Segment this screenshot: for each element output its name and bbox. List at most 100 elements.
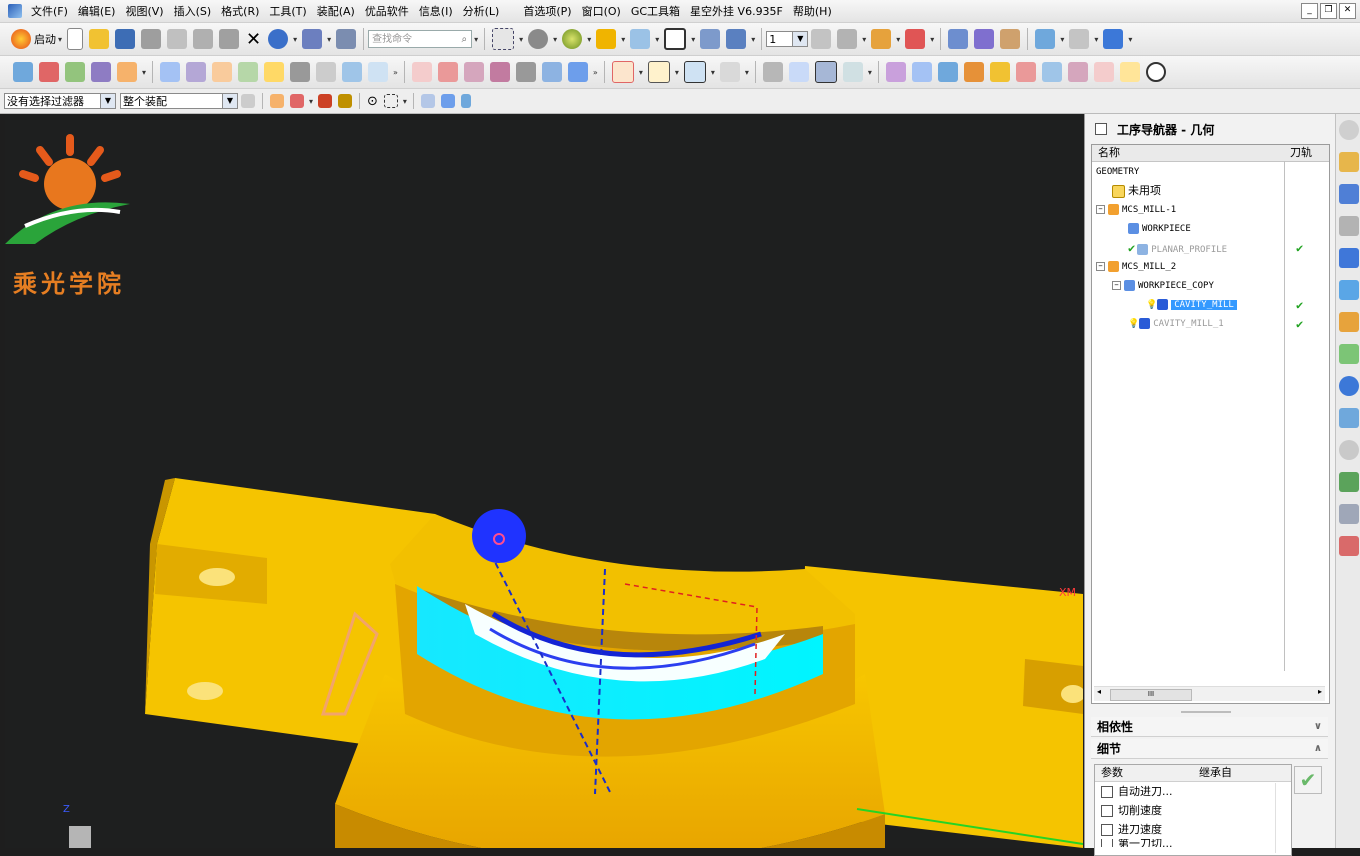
undo-icon[interactable]: [268, 29, 289, 49]
menu-file[interactable]: 文件(F): [26, 3, 73, 19]
reset-filter-icon[interactable]: [241, 94, 255, 108]
scroll-right-icon[interactable]: ▸: [1318, 687, 1322, 696]
tree-row-mcs-mill-1[interactable]: − MCS_MILL-1: [1096, 201, 1332, 219]
menu-window[interactable]: 窗口(O): [577, 3, 626, 19]
select-feature-icon[interactable]: [318, 94, 333, 108]
select-body-icon[interactable]: [338, 94, 353, 108]
menu-insert[interactable]: 插入(S): [169, 3, 217, 19]
assembly-tool-icon[interactable]: [302, 29, 323, 49]
detail-checkbox[interactable]: [1101, 839, 1113, 847]
rectangle-select-icon[interactable]: [383, 94, 398, 108]
collapse-chevron-icon[interactable]: ∧: [1314, 739, 1322, 759]
apply-check-button[interactable]: ✔: [1294, 766, 1322, 794]
edit-object-icon[interactable]: [411, 62, 432, 82]
create-operation-icon[interactable]: [117, 62, 137, 82]
command-finder-icon[interactable]: [336, 29, 357, 49]
collapse-icon[interactable]: −: [1112, 281, 1121, 290]
detail-checkbox[interactable]: [1101, 823, 1113, 836]
tree-row-cavity-mill-1[interactable]: 💡 CAVITY_MILL_1 ✔: [1128, 315, 1360, 333]
clock-icon[interactable]: [1338, 440, 1359, 460]
scroll-left-icon[interactable]: ◂: [1097, 687, 1101, 696]
replay-toolpath-icon[interactable]: [290, 62, 311, 82]
cut-object-icon[interactable]: [437, 62, 458, 82]
save-icon[interactable]: [115, 29, 136, 49]
collapse-icon[interactable]: −: [1096, 262, 1105, 271]
assembly-navigator-icon[interactable]: [1338, 152, 1359, 172]
print-icon[interactable]: [141, 29, 162, 49]
selected-display-icon[interactable]: [814, 61, 837, 83]
internet-icon[interactable]: [1338, 376, 1359, 396]
magic-wand-icon[interactable]: [1067, 62, 1088, 82]
program-order-view-icon[interactable]: [160, 62, 181, 82]
graphics-viewport[interactable]: 乘光学院 XM Z: [5, 114, 1083, 848]
tree-row-planar-profile[interactable]: ✔ PLANAR_PROFILE ✔: [1128, 239, 1360, 257]
measure-distance-icon[interactable]: [948, 29, 969, 49]
move-to-layer-icon[interactable]: [837, 29, 858, 49]
menu-tools[interactable]: 工具(T): [264, 3, 311, 19]
menu-edit[interactable]: 编辑(E): [73, 3, 121, 19]
tree-row-workpiece[interactable]: WORKPIECE: [1128, 220, 1360, 238]
cursor-marker[interactable]: [472, 509, 526, 563]
delete-icon[interactable]: ✕: [246, 29, 261, 50]
analysis-icon[interactable]: [1000, 29, 1021, 49]
details-scrollbar[interactable]: [1275, 783, 1288, 853]
create-tool-icon[interactable]: [39, 62, 59, 82]
palette-icon[interactable]: [1338, 344, 1359, 364]
datum-plane-icon[interactable]: [700, 29, 721, 49]
tree-row-geometry[interactable]: GEOMETRY: [1096, 163, 1332, 181]
collapse-icon[interactable]: −: [1096, 205, 1105, 214]
new-file-icon[interactable]: [67, 28, 84, 50]
background-color-icon[interactable]: [664, 28, 687, 50]
orient-view-icon[interactable]: [528, 29, 549, 49]
constraint-navigator-icon[interactable]: [1338, 184, 1359, 204]
detail-row[interactable]: 进刀速度: [1095, 820, 1291, 839]
menu-preferences[interactable]: 首选项(P): [518, 3, 576, 19]
dependency-section[interactable]: 相依性 ∨: [1091, 717, 1328, 737]
open-folder-icon[interactable]: [89, 29, 110, 49]
menu-view[interactable]: 视图(V): [120, 3, 168, 19]
circle-icon[interactable]: [1145, 62, 1166, 82]
fit-view-icon[interactable]: [492, 28, 515, 50]
transform-icon[interactable]: [611, 61, 634, 83]
menu-assembly[interactable]: 装配(A): [312, 3, 360, 19]
measure-angle-icon[interactable]: [974, 29, 995, 49]
delete-object-icon[interactable]: [515, 62, 536, 82]
detail-row[interactable]: 第一刀切...: [1095, 839, 1291, 847]
feature-groups-icon[interactable]: [788, 62, 809, 82]
arrow-down-icon[interactable]: [460, 94, 471, 108]
create-geometry-icon[interactable]: [65, 62, 85, 82]
start-button-label[interactable]: 启动: [34, 31, 56, 47]
wcs-orient-icon[interactable]: [905, 29, 926, 49]
operation-navigator-tab-icon[interactable]: [1338, 248, 1359, 268]
expand-chevron-icon[interactable]: ∨: [1314, 717, 1322, 737]
stamp-icon[interactable]: [1093, 62, 1114, 82]
details-section[interactable]: 细节 ∧: [1091, 739, 1328, 759]
center-point-icon[interactable]: ⊙: [367, 94, 378, 109]
selection-filter-select[interactable]: 没有选择过滤器 ▼: [4, 93, 116, 109]
layer-settings-icon[interactable]: [811, 29, 832, 49]
menu-analysis[interactable]: 分析(L): [458, 3, 505, 19]
restore-icon[interactable]: ❐: [1320, 3, 1337, 19]
search-input[interactable]: 查找命令 ⌕: [368, 30, 473, 48]
simulation-icon[interactable]: [963, 62, 984, 82]
generate-toolpath-icon[interactable]: [264, 62, 285, 82]
layer-select[interactable]: 1 ▼: [766, 31, 809, 47]
post-process-icon[interactable]: [342, 62, 363, 82]
history-icon[interactable]: [1338, 408, 1359, 428]
tree-row-workpiece-copy[interactable]: − WORKPIECE_COPY: [1112, 277, 1348, 295]
wcs-dynamic-icon[interactable]: [871, 29, 892, 49]
tree-row-mcs-mill-2[interactable]: − MCS_MILL_2: [1096, 258, 1332, 276]
back-arrow-icon[interactable]: [885, 62, 906, 82]
feature-tool-icon[interactable]: [762, 62, 783, 82]
machine-navigator-icon[interactable]: [1338, 280, 1359, 300]
toolpath-display-icon[interactable]: [1035, 29, 1056, 49]
navigator-pin-checkbox[interactable]: [1095, 123, 1107, 135]
feed-rate-icon[interactable]: [647, 61, 670, 83]
rename-object-icon[interactable]: [541, 62, 562, 82]
snap-point-icon[interactable]: [270, 94, 284, 108]
snap-options-icon[interactable]: [290, 94, 304, 108]
ruler-icon[interactable]: [1103, 29, 1124, 49]
pencil-icon[interactable]: [1119, 62, 1140, 82]
navigator-tree[interactable]: 名称 刀轨 GEOMETRY 未用项 − MCS_MILL-1 WORKPIECE…: [1091, 144, 1330, 704]
tree-row-unused[interactable]: 未用项: [1112, 182, 1348, 200]
